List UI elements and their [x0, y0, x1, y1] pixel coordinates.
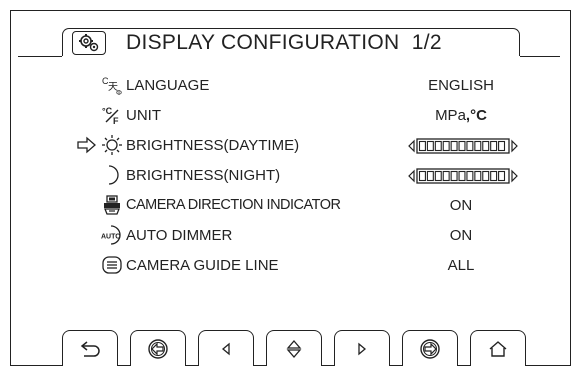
previous-page-button[interactable]	[130, 330, 186, 366]
brightness-segment	[442, 140, 450, 152]
unit-value[interactable]: MPa,°C	[400, 107, 522, 124]
brightness-segment	[434, 140, 442, 152]
right-button[interactable]	[334, 330, 390, 366]
brightness-segment	[482, 170, 490, 182]
brightness-segment	[418, 140, 426, 152]
up-down-button[interactable]	[266, 330, 322, 366]
decrease-arrow-icon	[408, 139, 415, 153]
increase-arrow-icon	[511, 169, 518, 183]
menu-row-language[interactable]: C 天 Ф LANGUAGE ENGLISH	[0, 74, 581, 98]
svg-text:Ф: Ф	[116, 89, 122, 96]
selection-arrow-icon	[77, 136, 97, 154]
temperature-unit: °C	[470, 107, 487, 124]
settings-gear-icon	[72, 31, 106, 55]
right-arrow-icon	[358, 342, 367, 355]
next-page-icon	[420, 338, 440, 359]
auto-dimmer-icon: AUTO	[101, 224, 123, 246]
brightness-segment	[490, 170, 498, 182]
brightness-segment	[450, 140, 458, 152]
brightness-night-label: BRIGHTNESS(NIGHT)	[126, 167, 281, 184]
menu-row-auto-dimmer[interactable]: AUTO AUTO DIMMER ON	[0, 224, 581, 248]
auto-dimmer-label: AUTO DIMMER	[126, 227, 233, 244]
brightness-segment	[458, 140, 466, 152]
left-button[interactable]	[198, 330, 254, 366]
bottom-button-bar	[62, 330, 528, 366]
brightness-segment	[426, 140, 434, 152]
brightness-segment	[482, 140, 490, 152]
language-icon: C 天 Ф	[101, 74, 123, 97]
decrease-arrow-icon	[408, 169, 415, 183]
camera-direction-indicator-label: CAMERA DIRECTION INDICATOR	[126, 197, 341, 213]
previous-page-icon	[148, 338, 168, 359]
unit-label: UNIT	[126, 107, 161, 124]
home-button[interactable]	[470, 330, 526, 366]
screen-frame	[10, 10, 571, 366]
brightness-segment	[450, 170, 458, 182]
brightness-segment	[490, 140, 498, 152]
menu-row-unit[interactable]: °C F UNIT MPa,°C	[0, 104, 581, 128]
auto-dimmer-value[interactable]: ON	[400, 227, 522, 244]
svg-text:AUTO: AUTO	[101, 234, 121, 241]
brightness-segment	[434, 170, 442, 182]
sun-icon	[101, 134, 123, 156]
page-title-text: DISPLAY CONFIGURATION	[126, 31, 400, 54]
brightness-night-slider[interactable]	[408, 167, 518, 185]
brightness-segment	[474, 140, 482, 152]
header-rule-right	[520, 56, 560, 57]
return-button[interactable]	[62, 330, 118, 366]
pressure-unit: MPa	[435, 107, 466, 124]
brightness-segment	[498, 170, 506, 182]
language-label: LANGUAGE	[126, 77, 210, 94]
brightness-segment	[426, 170, 434, 182]
brightness-segment	[418, 170, 426, 182]
menu-row-camera-direction-indicator[interactable]: CAMERA DIRECTION INDICATOR ON	[0, 194, 581, 218]
left-arrow-icon	[221, 342, 230, 355]
increase-arrow-icon	[511, 139, 518, 153]
camera-guide-line-label: CAMERA GUIDE LINE	[126, 257, 279, 274]
menu-row-camera-guide-line[interactable]: CAMERA GUIDE LINE ALL	[0, 254, 581, 278]
svg-text:F: F	[113, 116, 119, 126]
brightness-daytime-label: BRIGHTNESS(DAYTIME)	[126, 137, 300, 154]
camera-direction-indicator-value[interactable]: ON	[400, 197, 522, 214]
brightness-segment	[498, 140, 506, 152]
page-title: DISPLAY CONFIGURATION 1/2	[126, 31, 442, 55]
svg-text:°C: °C	[102, 106, 113, 116]
camera-guide-line-value[interactable]: ALL	[400, 257, 522, 274]
brightness-segment	[458, 170, 466, 182]
brightness-daytime-slider[interactable]	[408, 137, 518, 155]
brightness-segment	[466, 170, 474, 182]
brightness-segment	[466, 140, 474, 152]
page-number: 1/2	[411, 31, 442, 54]
home-icon	[489, 340, 507, 357]
camera-guide-line-icon	[101, 254, 123, 276]
camera-direction-icon	[101, 194, 123, 216]
moon-icon	[101, 164, 123, 186]
menu-row-brightness-night[interactable]: BRIGHTNESS(NIGHT)	[0, 164, 581, 188]
menu-row-brightness-daytime[interactable]: BRIGHTNESS(DAYTIME)	[0, 134, 581, 158]
header-rule-left	[18, 56, 62, 57]
unit-icon: °C F	[101, 104, 123, 126]
brightness-segment	[442, 170, 450, 182]
up-down-arrow-icon	[286, 339, 302, 358]
brightness-segment	[474, 170, 482, 182]
next-page-button[interactable]	[402, 330, 458, 366]
return-icon	[80, 340, 100, 357]
language-value[interactable]: ENGLISH	[400, 77, 522, 94]
